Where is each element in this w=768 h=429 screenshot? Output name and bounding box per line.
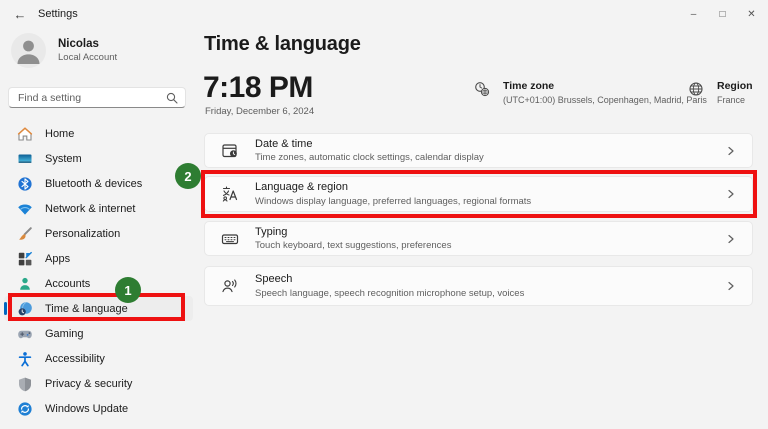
chevron-right-icon — [728, 234, 734, 243]
sidebar-item-personalization[interactable]: Personalization — [4, 221, 193, 246]
sidebar-item-network[interactable]: Network & internet — [4, 196, 193, 221]
row-subtitle: Speech language, speech recognition micr… — [255, 287, 525, 299]
region-value: France — [717, 95, 746, 105]
row-title: Typing — [255, 225, 288, 238]
avatar — [11, 33, 46, 68]
sidebar-item-home[interactable]: Home — [4, 121, 193, 146]
titlebar: ← Settings — [0, 0, 768, 28]
sidebar-item-time-language[interactable]: Time & language — [4, 296, 193, 321]
sidebar-item-privacy[interactable]: Privacy & security — [4, 371, 193, 396]
page-title: Time & language — [204, 33, 361, 55]
network-wifi-icon — [17, 201, 33, 217]
chevron-right-icon — [728, 189, 734, 199]
row-subtitle: Touch keyboard, text suggestions, prefer… — [255, 240, 452, 252]
user-profile[interactable]: Nicolas Local Account — [11, 33, 117, 68]
sidebar-item-label: Windows Update — [45, 402, 129, 415]
user-name: Nicolas — [58, 38, 99, 50]
sidebar-item-label: Home — [45, 127, 75, 140]
sidebar-item-label: Bluetooth & devices — [45, 177, 143, 190]
sidebar-item-label: Accounts — [45, 277, 91, 290]
sidebar-item-windows-update[interactable]: Windows Update — [4, 396, 193, 421]
settings-row-speech[interactable]: Speech Speech language, speech recogniti… — [204, 266, 753, 306]
row-subtitle: Windows display language, preferred lang… — [255, 195, 532, 207]
sidebar-item-gaming[interactable]: Gaming — [4, 321, 193, 346]
close-button[interactable]: ✕ — [737, 0, 766, 28]
step-badge-2: 2 — [175, 163, 201, 189]
sidebar-item-label: System — [45, 152, 82, 165]
sidebar-item-label: Gaming — [45, 327, 84, 340]
sidebar-item-system[interactable]: System — [4, 146, 193, 171]
region-globe-icon — [689, 82, 703, 96]
accessibility-person-icon — [17, 351, 33, 367]
apps-icon — [17, 251, 33, 267]
language-region-icon — [222, 186, 238, 202]
system-icon — [17, 151, 33, 167]
timezone-summary: Time zone (UTC+01:00) Brussels, Copenhag… — [474, 80, 707, 105]
person-icon — [17, 40, 40, 64]
region-summary: Region France — [688, 80, 753, 105]
sidebar-item-bluetooth[interactable]: Bluetooth & devices — [4, 171, 193, 196]
window-controls: – □ ✕ — [679, 0, 766, 28]
sidebar-item-label: Personalization — [45, 227, 121, 240]
sidebar-item-label: Accessibility — [45, 352, 105, 365]
speech-icon — [222, 279, 237, 293]
sidebar-item-accounts[interactable]: Accounts — [4, 271, 193, 296]
back-button[interactable]: ← — [5, 3, 35, 25]
sidebar-item-label: Apps — [45, 252, 71, 265]
clock-date: Friday, December 6, 2024 — [205, 106, 315, 117]
gaming-controller-icon — [17, 326, 33, 342]
sidebar-nav: Home System Bluetooth & devices Network … — [4, 121, 193, 421]
home-icon — [17, 126, 33, 142]
search-input[interactable] — [9, 88, 185, 108]
maximize-button[interactable]: □ — [708, 0, 737, 28]
bluetooth-icon — [17, 176, 33, 192]
row-title: Language & region — [255, 181, 348, 194]
sidebar-item-accessibility[interactable]: Accessibility — [4, 346, 193, 371]
date-time-icon — [222, 143, 237, 157]
user-account-type: Local Account — [58, 52, 118, 63]
timezone-value: (UTC+01:00) Brussels, Copenhagen, Madrid… — [503, 95, 707, 105]
accounts-person-icon — [17, 276, 33, 292]
timezone-clock-globe-icon — [475, 82, 490, 97]
sidebar-item-label: Privacy & security — [45, 377, 133, 390]
windows-update-icon — [17, 401, 33, 417]
time-language-icon — [17, 301, 33, 317]
privacy-shield-icon — [17, 376, 33, 392]
settings-row-typing[interactable]: Typing Touch keyboard, text suggestions,… — [204, 221, 753, 256]
search-box — [8, 87, 186, 108]
chevron-right-icon — [728, 281, 734, 291]
chevron-right-icon — [728, 146, 734, 155]
search-icon — [166, 92, 178, 104]
typing-keyboard-icon — [221, 233, 239, 244]
row-title: Speech — [255, 273, 293, 286]
row-title: Date & time — [255, 137, 313, 150]
minimize-button[interactable]: – — [679, 0, 708, 28]
step-badge-1: 1 — [115, 277, 141, 303]
region-label: Region — [717, 80, 753, 92]
settings-row-language-region[interactable]: Language & region Windows display langua… — [204, 176, 753, 212]
window-title: Settings — [38, 8, 78, 20]
sidebar-item-apps[interactable]: Apps — [4, 246, 193, 271]
row-subtitle: Time zones, automatic clock settings, ca… — [255, 152, 484, 164]
personalization-brush-icon — [17, 226, 33, 242]
sidebar-item-label: Network & internet — [45, 202, 136, 215]
timezone-label: Time zone — [503, 80, 555, 92]
settings-row-date-time[interactable]: Date & time Time zones, automatic clock … — [204, 133, 753, 168]
clock-time: 7:18 PM — [203, 71, 313, 104]
sidebar-item-label: Time & language — [45, 302, 128, 315]
